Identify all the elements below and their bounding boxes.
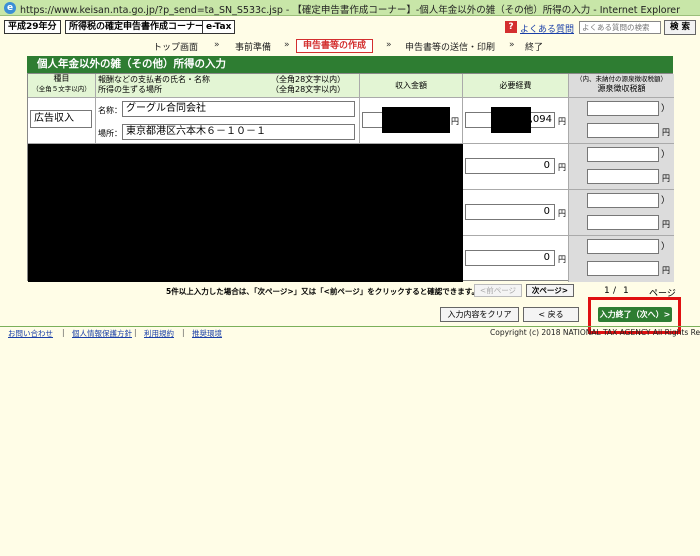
footer-link-privacy[interactable]: 個人情報保護方針	[72, 328, 132, 339]
row1-type-cell: 広告収入	[28, 98, 96, 144]
progress-steps: トップ画面 » 事前準備 » 申告書等の作成 » 申告書等の送信・印刷 » 終了	[0, 38, 700, 54]
header-type-sub: （全角５文字以内）	[32, 85, 91, 93]
step-end: 終了	[525, 43, 544, 53]
row1-payer-cell: 名称： グーグル合同会社 場所： 東京都港区六本木６－１０－１	[96, 98, 360, 144]
header-payer-limit1: （全角28文字以内）	[271, 75, 346, 84]
row2-withhold-cell: （ ） 円	[569, 144, 674, 190]
row2-withhold-yen: 円	[662, 174, 670, 183]
step-arrow-1: »	[214, 40, 220, 50]
prev-page-button[interactable]: <前ページ	[474, 284, 522, 297]
footer-link-contact[interactable]: お問い合わせ	[8, 328, 53, 339]
row1-paren-close: ）	[661, 104, 671, 114]
row1-income-yen: 円	[451, 117, 459, 126]
row4-unpaid-withhold-input[interactable]	[587, 239, 659, 254]
name-label: 名称：	[98, 106, 122, 115]
header-payer-place: 所得の生ずる場所	[98, 85, 162, 94]
step-arrow-4: »	[509, 40, 515, 50]
row1-withhold-yen: 円	[662, 128, 670, 137]
row4-expense-input[interactable]: 0	[465, 250, 555, 266]
year-label: 平成29年分	[4, 20, 61, 34]
row1-expense-yen: 円	[558, 117, 566, 126]
finish-next-button[interactable]: 入力終了（次へ）>	[598, 307, 672, 322]
next-page-button[interactable]: 次ページ>	[526, 284, 574, 297]
question-icon: ?	[505, 21, 517, 33]
step-create-current: 申告書等の作成	[296, 39, 374, 53]
row1-withhold-input[interactable]	[587, 123, 659, 138]
step-send-print: 申告書等の送信・印刷	[405, 43, 496, 53]
row2-unpaid-withhold-input[interactable]	[587, 147, 659, 162]
payer-name-input[interactable]: グーグル合同会社	[122, 101, 355, 117]
section-title: 個人年金以外の雑（その他）所得の入力	[27, 56, 673, 73]
footer: お問い合わせ | 個人情報保護方針 | 利用規約 | 推奨環境 Copyrigh…	[0, 326, 700, 339]
footer-separator: |	[62, 328, 65, 337]
row3-expense-input[interactable]: 0	[465, 204, 555, 220]
row2-expense-yen: 円	[558, 163, 566, 172]
faq-link[interactable]: よくある質問	[520, 22, 574, 35]
row1-income-cell: 円	[360, 98, 463, 144]
payer-place-input[interactable]: 東京都港区六本木６－１０－１	[122, 124, 355, 140]
row3-withhold-cell: （ ） 円	[569, 190, 674, 236]
header-type-label: 種目	[53, 74, 70, 83]
clear-input-button[interactable]: 入力内容をクリア	[440, 307, 519, 322]
redaction-box	[382, 107, 450, 133]
row2-paren-close: ）	[661, 150, 671, 160]
header-payer: 報酬などの支払者の氏名・名称 所得の生ずる場所 （全角28文字以内） （全角28…	[96, 74, 360, 98]
step-prepare: 事前準備	[235, 43, 272, 53]
footer-link-environment[interactable]: 推奨環境	[192, 328, 222, 339]
row3-unpaid-withhold-input[interactable]	[587, 193, 659, 208]
copyright: Copyright (c) 2018 NATIONAL TAX AGENCY A…	[490, 328, 700, 337]
row3-withhold-input[interactable]	[587, 215, 659, 230]
header-withhold-label: 源泉徴収税額	[597, 84, 646, 93]
header-payer-limit2: （全角28文字以内）	[271, 85, 346, 94]
footer-separator: |	[182, 328, 185, 337]
redaction-box	[491, 107, 531, 133]
window-titlebar: e https://www.keisan.nta.go.jp/?p_send=t…	[0, 0, 700, 16]
row4-paren-close: ）	[661, 242, 671, 252]
header-type: 種目 （全角５文字以内）	[28, 74, 96, 98]
etax-label[interactable]: e-Tax	[202, 20, 236, 34]
row3-expense-cell: 0 円	[463, 190, 569, 236]
site-header: 平成29年分 所得税の確定申告書作成コーナー e-Tax ? よくある質問 検 …	[0, 16, 700, 38]
income-table: 種目 （全角５文字以内） 報酬などの支払者の氏名・名称 所得の生ずる場所 （全角…	[27, 73, 674, 282]
pagination-note: 5件以上入力した場合は、「次ページ>」又は「<前ページ」をクリックすると確認でき…	[166, 287, 479, 296]
place-label: 場所：	[98, 129, 122, 138]
window-title: https://www.keisan.nta.go.jp/?p_send=ta_…	[19, 5, 681, 16]
row1-withhold-cell: （ ） 円	[569, 98, 674, 144]
row3-withhold-yen: 円	[662, 220, 670, 229]
row4-withhold-cell: （ ） 円	[569, 236, 674, 282]
page-current: 1	[604, 286, 610, 296]
step-arrow-3: »	[386, 40, 392, 50]
search-button[interactable]: 検 索	[664, 20, 696, 35]
row1-type-input[interactable]: 広告収入	[30, 110, 92, 128]
header-payer-name: 報酬などの支払者の氏名・名称	[98, 75, 210, 84]
header-expense: 必要経費	[463, 74, 569, 98]
page-separator: /	[613, 286, 617, 296]
header-income: 収入金額	[360, 74, 463, 98]
header-withhold-sub: （内、未納付の源泉徴収税額）	[576, 75, 667, 83]
redaction-box	[28, 144, 463, 282]
step-top: トップ画面	[153, 43, 199, 53]
faq-search-input[interactable]	[579, 21, 661, 34]
row1-unpaid-withhold-input[interactable]	[587, 101, 659, 116]
row2-withhold-input[interactable]	[587, 169, 659, 184]
footer-link-terms[interactable]: 利用規約	[144, 328, 174, 339]
row2-expense-input[interactable]: 0	[465, 158, 555, 174]
corner-label[interactable]: 所得税の確定申告書作成コーナー	[65, 20, 209, 34]
page-total: 1	[623, 286, 629, 296]
row1-expense-cell: ,094 円	[463, 98, 569, 144]
footer-separator: |	[134, 328, 137, 337]
row4-expense-yen: 円	[558, 255, 566, 264]
row3-expense-yen: 円	[558, 209, 566, 218]
back-button[interactable]: < 戻る	[523, 307, 579, 322]
row4-withhold-yen: 円	[662, 266, 670, 275]
header-withholding: （内、未納付の源泉徴収税額） 源泉徴収税額	[569, 74, 674, 98]
row2-expense-cell: 0 円	[463, 144, 569, 190]
step-arrow-2: »	[284, 40, 290, 50]
row4-expense-cell: 0 円	[463, 236, 569, 282]
row3-paren-close: ）	[661, 196, 671, 206]
row4-withhold-input[interactable]	[587, 261, 659, 276]
